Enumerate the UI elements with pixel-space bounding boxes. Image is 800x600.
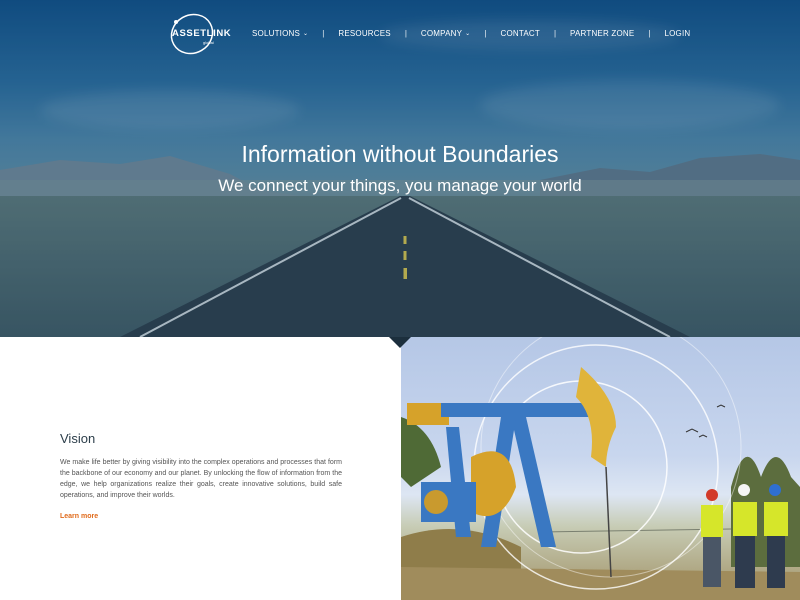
section-notch: [389, 337, 411, 348]
logo-text: ASSETLINK: [172, 28, 232, 39]
hero-title: Information without Boundaries: [241, 141, 559, 167]
nav-item-partner-zone[interactable]: PARTNER ZONE: [570, 29, 634, 38]
main-menu: SOLUTIONS ⌄ | RESOURCES | COMPANY ⌄ | CO…: [252, 29, 690, 38]
nav-label: SOLUTIONS: [252, 29, 301, 38]
hero-subtitle: We connect your things, you manage your …: [218, 176, 582, 195]
vision-section: Vision We make life better by giving vis…: [0, 337, 800, 600]
nav-separator: |: [322, 29, 325, 38]
hero-banner: ASSETLINK global SOLUTIONS ⌄ | RESOURCES…: [0, 0, 800, 337]
assetlink-logo[interactable]: ASSETLINK global: [168, 12, 231, 58]
vision-heading: Vision: [60, 431, 96, 446]
nav-separator: |: [404, 29, 407, 38]
nav-label: COMPANY: [420, 29, 463, 38]
nav-separator: |: [648, 29, 651, 38]
vision-body: We make life better by giving visibility…: [60, 459, 342, 499]
logo-subtext: global: [203, 40, 214, 45]
nav-item-login[interactable]: LOGIN: [664, 29, 690, 38]
oil-pump-photo: [401, 337, 800, 600]
chevron-down-icon: ⌄: [303, 31, 309, 37]
nav-label: RESOURCES: [338, 29, 391, 38]
vision-text-panel: Vision We make life better by giving vis…: [0, 337, 401, 600]
nav-label: CONTACT: [500, 29, 540, 38]
pumpjack-illustration: [401, 337, 800, 600]
nav-label: LOGIN: [664, 29, 691, 38]
chevron-down-icon: ⌄: [465, 31, 471, 37]
nav-item-contact[interactable]: CONTACT: [500, 29, 539, 38]
nav-item-resources[interactable]: RESOURCES: [338, 29, 390, 38]
nav-separator: |: [553, 29, 557, 38]
nav-label: PARTNER ZONE: [570, 29, 635, 38]
top-navigation: ASSETLINK global SOLUTIONS ⌄ | RESOURCES…: [0, 0, 800, 70]
nav-separator: |: [484, 29, 487, 38]
nav-item-solutions[interactable]: SOLUTIONS ⌄: [252, 29, 308, 38]
learn-more-link[interactable]: Learn more: [60, 513, 98, 520]
nav-item-company[interactable]: COMPANY ⌄: [421, 29, 471, 38]
